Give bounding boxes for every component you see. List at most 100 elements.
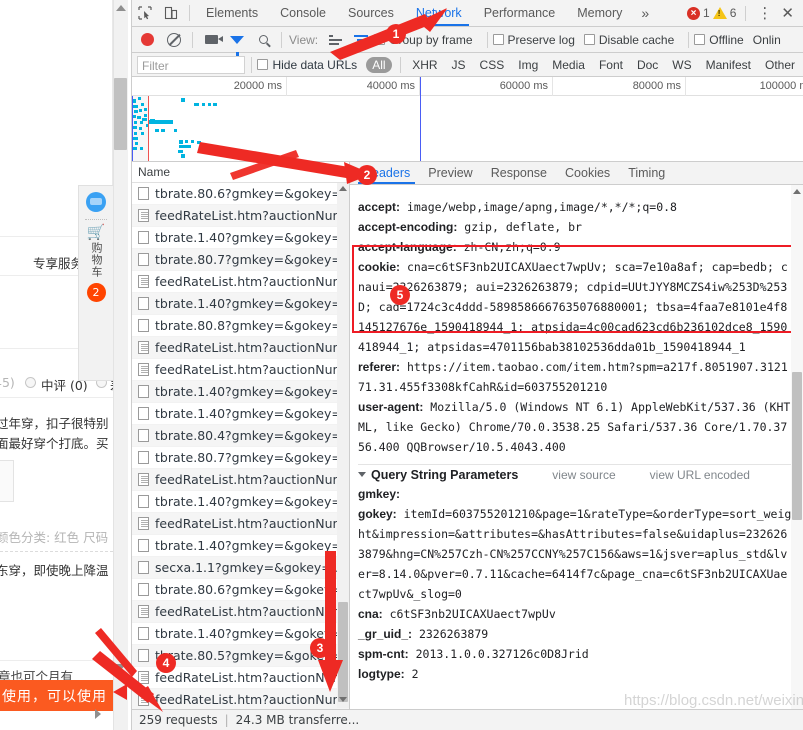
- chat-bubble-icon[interactable]: [86, 192, 106, 212]
- filter-type-ws[interactable]: WS: [666, 57, 697, 73]
- online-throttling-label[interactable]: Onlin: [753, 33, 781, 47]
- inspect-element-icon[interactable]: [132, 0, 158, 26]
- filter-type-doc[interactable]: Doc: [631, 57, 664, 73]
- filter-input[interactable]: Filter: [137, 55, 245, 74]
- search-icon[interactable]: [250, 27, 276, 53]
- filter-type-media[interactable]: Media: [546, 57, 591, 73]
- scroll-up-arrow-icon[interactable]: [339, 186, 347, 191]
- request-count-label: 259 requests: [139, 713, 218, 727]
- filter-type-css[interactable]: CSS: [474, 57, 511, 73]
- plain-file-icon: [138, 187, 149, 200]
- table-row[interactable]: feedRateList.htm?auctionNum: [132, 513, 349, 535]
- request-name: tbrate.80.7?gmkey=&gokey=u: [155, 252, 349, 267]
- review-line-1: 过年穿，扣子很特别: [0, 416, 109, 431]
- list-view-icon[interactable]: [322, 27, 348, 53]
- tab-network[interactable]: Network: [405, 0, 473, 26]
- filter-type-img[interactable]: Img: [512, 57, 544, 73]
- filter-type-other[interactable]: Other: [759, 57, 801, 73]
- filter-type-manifest[interactable]: Manifest: [700, 57, 757, 73]
- page-divider-4: [0, 397, 113, 398]
- table-row[interactable]: tbrate.1.40?gmkey=&gokey=t: [132, 381, 349, 403]
- table-row[interactable]: feedRateList.htm?auctionNum: [132, 601, 349, 623]
- overview-graph[interactable]: [132, 96, 803, 161]
- tab-performance[interactable]: Performance: [473, 0, 567, 26]
- filter-type-js[interactable]: JS: [446, 57, 472, 73]
- query-string-section-header[interactable]: Query String Parameters view source view…: [358, 468, 793, 482]
- warning-count-badge[interactable]: 6: [712, 6, 736, 20]
- tab-memory[interactable]: Memory: [566, 0, 633, 26]
- request-list-scrollbar-thumb[interactable]: [338, 602, 348, 702]
- preserve-log-checkbox[interactable]: Preserve log: [492, 33, 575, 47]
- table-row[interactable]: tbrate.1.40?gmkey=&gokey=t: [132, 491, 349, 513]
- orange-promo-banner[interactable]: 使用，可以使用: [0, 680, 113, 711]
- scroll-down-arrow-icon[interactable]: [116, 664, 126, 670]
- hide-data-urls-checkbox[interactable]: Hide data URLs: [257, 58, 357, 72]
- request-list-column-header[interactable]: Name: [132, 162, 349, 183]
- side-cart-widget[interactable]: 🛒 购物车 2: [78, 185, 113, 381]
- table-row[interactable]: tbrate.80.4?gmkey=&gokey=i: [132, 425, 349, 447]
- close-devtools-icon[interactable]: ✕: [777, 4, 798, 22]
- view-url-encoded-link[interactable]: view URL encoded: [650, 468, 750, 482]
- header-key: cookie:: [358, 260, 401, 274]
- table-row[interactable]: tbrate.80.7?gmkey=&gokey=u: [132, 249, 349, 271]
- checkbox-box-icon: [492, 34, 504, 45]
- record-button-icon[interactable]: [141, 33, 154, 46]
- plain-file-icon: [138, 297, 149, 310]
- table-row[interactable]: tbrate.80.7?gmkey=&gokey=u: [132, 447, 349, 469]
- detail-scrollbar-thumb[interactable]: [792, 372, 802, 520]
- table-row[interactable]: feedRateList.htm?auctionNum: [132, 689, 349, 711]
- tab-timing[interactable]: Timing: [619, 162, 674, 184]
- table-row[interactable]: feedRateList.htm?auctionNum: [132, 337, 349, 359]
- header-key: accept:: [358, 200, 401, 214]
- table-row[interactable]: feedRateList.htm?auctionNum: [132, 271, 349, 293]
- chevron-down-icon[interactable]: [358, 471, 366, 481]
- filter-funnel-icon[interactable]: [224, 27, 250, 56]
- more-tabs-icon[interactable]: »: [633, 5, 657, 21]
- tab-cookies[interactable]: Cookies: [556, 162, 619, 184]
- scroll-up-arrow-icon[interactable]: [116, 5, 126, 11]
- cart-label: 购物车: [90, 242, 103, 278]
- view-source-link[interactable]: view source: [552, 468, 615, 482]
- table-row[interactable]: tbrate.1.40?gmkey=&gokey=t: [132, 227, 349, 249]
- disable-cache-checkbox[interactable]: Disable cache: [583, 33, 674, 47]
- devtools-menu-icon[interactable]: ⋮: [752, 4, 777, 22]
- scroll-down-arrow-icon[interactable]: [339, 697, 347, 702]
- tab-response[interactable]: Response: [482, 162, 556, 184]
- table-row[interactable]: tbrate.80.8?gmkey=&gokey=u: [132, 315, 349, 337]
- table-row[interactable]: tbrate.80.6?gmkey=&gokey=u: [132, 579, 349, 601]
- shopping-cart-icon: 🛒: [86, 223, 106, 241]
- tab-sources[interactable]: Sources: [337, 0, 405, 26]
- tab-preview[interactable]: Preview: [419, 162, 481, 184]
- filter-type-all[interactable]: All: [366, 56, 392, 73]
- table-row[interactable]: feedRateList.htm?auctionNum: [132, 469, 349, 491]
- review-thumbnail[interactable]: [0, 460, 14, 502]
- scroll-up-arrow-icon[interactable]: [793, 189, 801, 194]
- exclusive-service-label: 专享服务: [33, 256, 84, 271]
- offline-checkbox[interactable]: Offline: [694, 33, 744, 47]
- table-row[interactable]: secxa.1.1?gmkey=&gokey=uid: [132, 557, 349, 579]
- plain-file-icon: [138, 649, 149, 662]
- table-row[interactable]: feedRateList.htm?auctionNum: [132, 359, 349, 381]
- network-overview-timeline[interactable]: 20000 ms 40000 ms 60000 ms 80000 ms 1000…: [132, 77, 803, 162]
- error-count-badge[interactable]: × 1: [687, 6, 710, 20]
- page-scrollbar-thumb[interactable]: [114, 78, 127, 150]
- table-row[interactable]: tbrate.1.40?gmkey=&gokey=t: [132, 535, 349, 557]
- scroll-right-arrow-icon[interactable]: [95, 709, 101, 719]
- table-row[interactable]: tbrate.1.40?gmkey=&gokey=t: [132, 403, 349, 425]
- device-toolbar-icon[interactable]: [158, 0, 184, 26]
- capture-screenshots-icon[interactable]: [198, 27, 224, 53]
- plain-file-icon: [138, 231, 149, 244]
- overview-ruler: 20000 ms 40000 ms 60000 ms 80000 ms 1000…: [132, 77, 803, 96]
- tab-console[interactable]: Console: [269, 0, 337, 26]
- waterfall-view-icon[interactable]: [348, 27, 374, 53]
- filter-type-font[interactable]: Font: [593, 57, 629, 73]
- tab-elements[interactable]: Elements: [195, 0, 269, 26]
- clear-requests-icon[interactable]: [161, 27, 187, 53]
- header-key: user-agent:: [358, 400, 424, 414]
- table-row[interactable]: tbrate.1.40?gmkey=&gokey=t: [132, 293, 349, 315]
- table-row[interactable]: feedRateList.htm?auctionNum: [132, 205, 349, 227]
- filter-type-xhr[interactable]: XHR: [406, 57, 443, 73]
- table-row[interactable]: tbrate.80.6?gmkey=&gokey=u: [132, 183, 349, 205]
- request-name: tbrate.1.40?gmkey=&gokey=t: [155, 538, 347, 553]
- rating-mid-radio[interactable]: [25, 377, 36, 388]
